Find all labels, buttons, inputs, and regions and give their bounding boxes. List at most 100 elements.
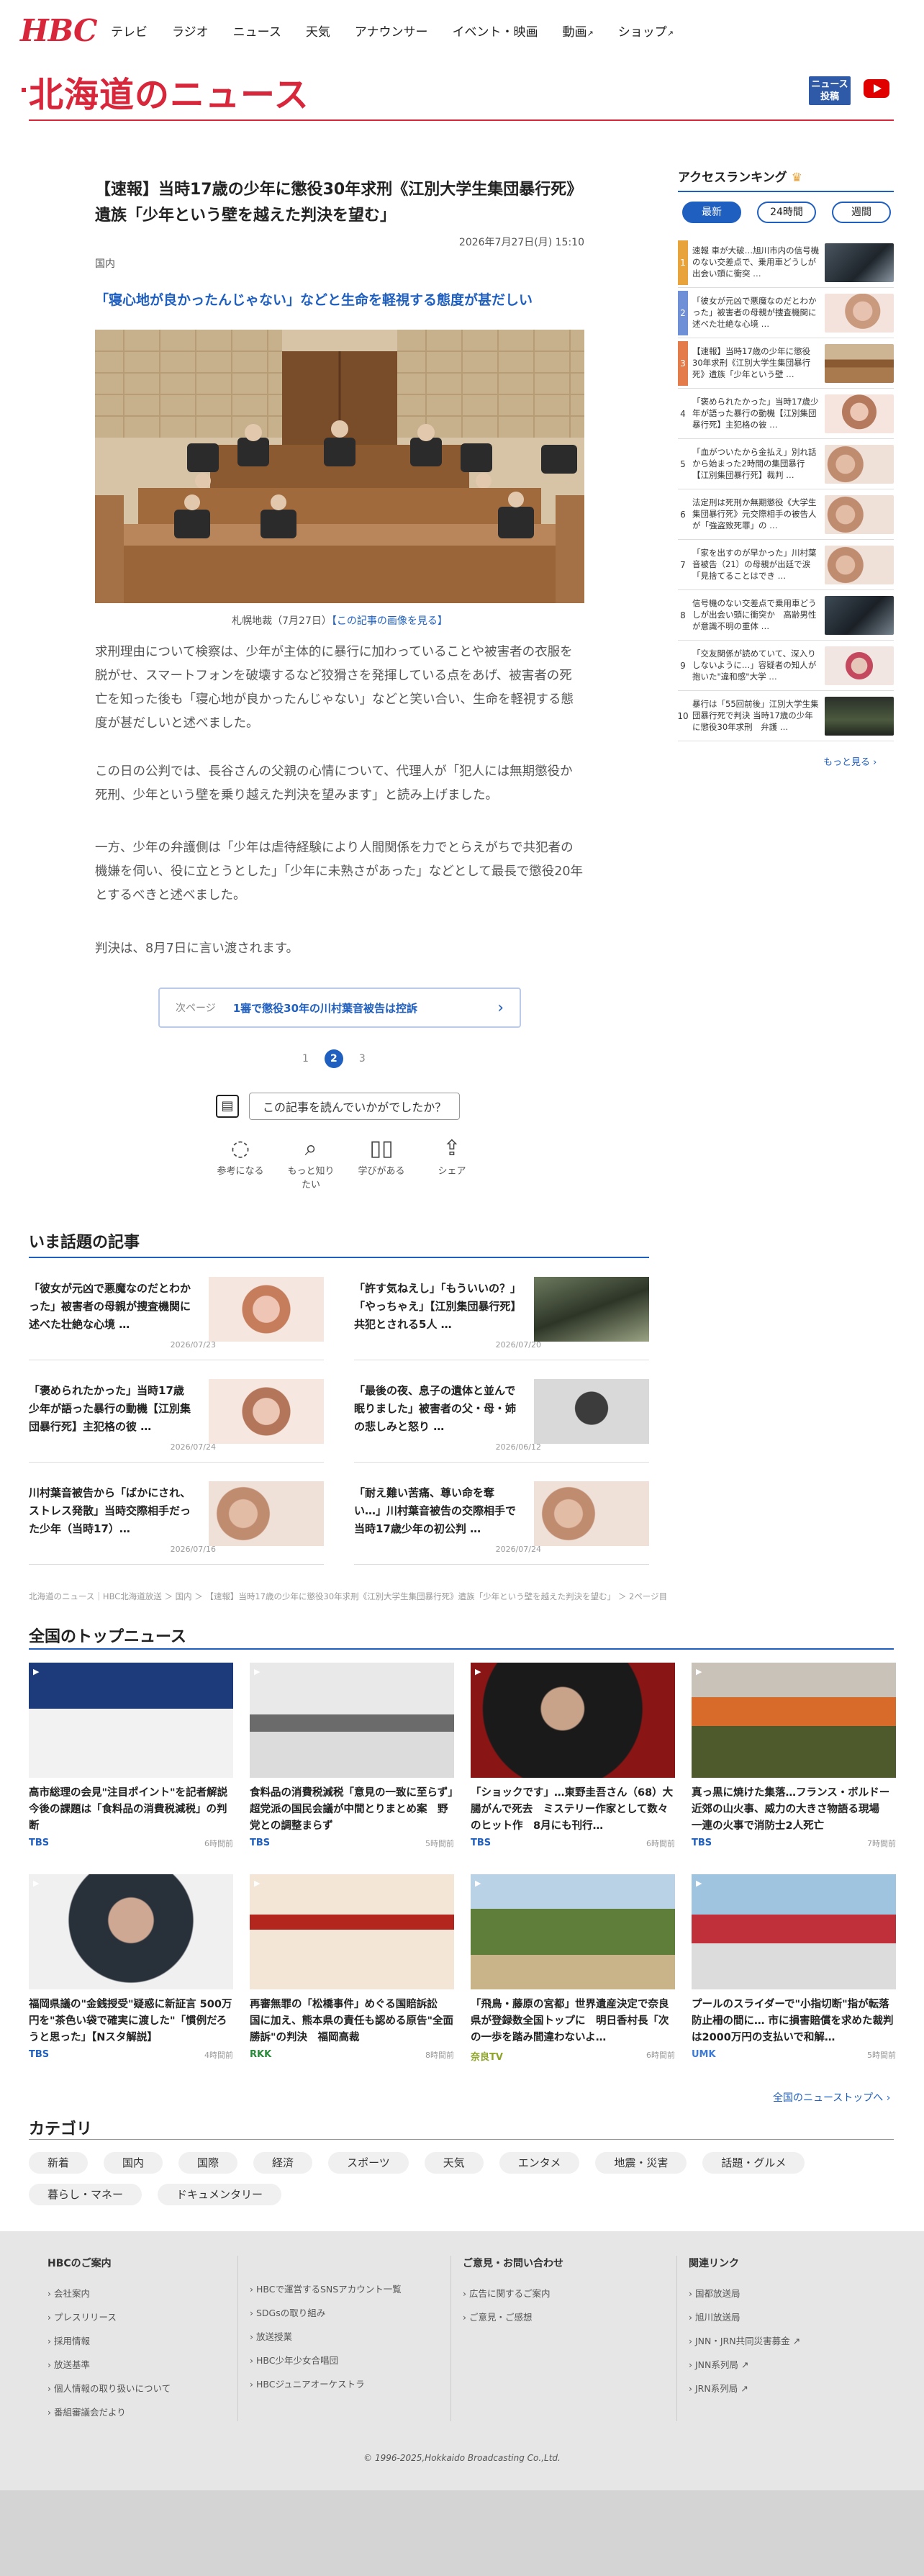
next-page-link[interactable]: 次ページ 1審で懲役30年の川村葉音被告は控訴 › <box>158 988 521 1028</box>
footer-link[interactable]: › JNN・JRN共同災害募金 ↗ <box>689 2329 864 2353</box>
footer-link[interactable]: › HBCで運営するSNSアカウント一覧 <box>250 2277 432 2301</box>
trending-card-title: 「耐え難い苦痛、尊い命を奪い…」川村葉音被告の交際相手で当時17歳少年の初公判 … <box>354 1486 517 1535</box>
page-1[interactable]: 1 <box>302 1053 309 1065</box>
footer-link[interactable]: › HBC少年少女合唱団 <box>250 2349 432 2372</box>
footer-link[interactable]: › SDGsの取り組み <box>250 2301 432 2325</box>
trending-card[interactable]: 「最後の夜、息子の遺体と並んで眠りました」被害者の父・母・姉の悲しみと怒り … 2… <box>354 1376 649 1463</box>
national-card[interactable]: ▶ 福岡県議の"金銭授受"疑惑に新証言 500万円を"茶色い袋で確実に渡した"「慣… <box>29 1874 233 2061</box>
footer-link[interactable]: › 放送基準 <box>47 2353 242 2377</box>
tab-weekly[interactable]: 週間 <box>832 202 891 223</box>
category-chip[interactable]: 新着 <box>29 2152 89 2174</box>
national-card[interactable]: ▶ 食料品の消費税減税「意見の一致に至らず」超党派の国民会議が中間とりまとめ案 野… <box>250 1663 454 1849</box>
external-link-icon: ↗ <box>740 2383 748 2394</box>
national-card[interactable]: ▶ 「飛鳥・藤原の宮都」世界遺産決定で奈良県が登録数全国トップに 明日香村長「次の… <box>471 1874 675 2063</box>
footer-link[interactable]: › 国都放送局 <box>689 2282 864 2305</box>
footer-link[interactable]: › ご意見・ご感想 <box>463 2305 645 2329</box>
ranking-item[interactable]: 3 【速報】当時17歳の少年に懲役30年求刑《江別大学生集団暴行死》遺族「少年とい… <box>678 338 894 389</box>
category-chip[interactable]: エンタメ <box>499 2152 580 2174</box>
learned-button[interactable]: ▯▯ 学びがある <box>354 1134 409 1190</box>
trending-card[interactable]: 川村葉音被告から「ばかにされ、ストレス発散」当時交際相手だった少年（当時17）…… <box>29 1478 324 1565</box>
tab-latest[interactable]: 最新 <box>682 202 741 223</box>
category-chip[interactable]: 経済 <box>253 2152 313 2174</box>
ranking-item[interactable]: 5 「血がついたから金払え」別れ話から始まった2時間の集団暴行【江別集団暴行死】裁… <box>678 439 894 489</box>
footer-link[interactable]: › 個人情報の取り扱いについて <box>47 2377 242 2400</box>
nav-announcer[interactable]: アナウンサー <box>355 22 428 40</box>
footer-link-label: HBC少年少女合唱団 <box>255 2355 338 2366</box>
youtube-icon[interactable] <box>864 79 889 98</box>
footer-link[interactable]: › 放送授業 <box>250 2325 432 2349</box>
category-chip[interactable]: 国際 <box>178 2152 238 2174</box>
national-card[interactable]: ▶ 高市総理の会見"注目ポイント"を記者解説 今後の課題は「食料品の消費税減税」の… <box>29 1663 233 1849</box>
category-chip[interactable]: 天気 <box>424 2152 484 2174</box>
ranking-item[interactable]: 7 「家を出すのが早かった」川村葉音被告（21）の母親が出廷で涙「見捨てることはで… <box>678 540 894 590</box>
category-chip[interactable]: スポーツ <box>328 2152 409 2174</box>
page-2-current[interactable]: 2 <box>324 1049 343 1068</box>
footer-link[interactable]: › プレスリリース <box>47 2305 242 2329</box>
category-chip[interactable]: 地震・災害 <box>595 2152 687 2174</box>
footer-link-label: SDGsの取り組み <box>255 2308 326 2318</box>
external-link-icon: ↗ <box>666 29 674 38</box>
trending-card[interactable]: 「許す気ねえし」「もういいの？」「やっちゃえ」【江別集団暴行死】共犯とされる5人… <box>354 1274 649 1360</box>
ranking-item[interactable]: 10 暴行は「55回前後」江別大学生集団暴行死で判決 当時17歳の少年に懲役30年… <box>677 691 894 741</box>
footer-link[interactable]: › 採用情報 <box>47 2329 242 2353</box>
magnifier-icon: ⌕ <box>304 1136 317 1161</box>
nav-news[interactable]: ニュース <box>233 22 281 40</box>
footer-bottom-band <box>0 2490 924 2576</box>
nav-video[interactable]: 動画↗ <box>563 22 594 40</box>
categories-divider <box>29 2139 894 2140</box>
footer-link[interactable]: › 番組審議会だより <box>47 2400 242 2424</box>
national-card[interactable]: ▶ 真っ黒に焼けた集落…フランス・ボルドー近郊の山火事、威力の大きさ物語る現場 一… <box>692 1663 896 1849</box>
footer-link-label: JRN系列局 <box>694 2383 738 2394</box>
ranking-item[interactable]: 2 「彼女が元凶で悪魔なのだとわかった」被害者の母親が捜査機関に述べた壮絶な心境 … <box>678 288 894 338</box>
rank-number: 3 <box>678 340 688 386</box>
nav-radio[interactable]: ラジオ <box>172 22 209 40</box>
want-more-button[interactable]: ⌕ もっと知りたい <box>284 1134 338 1190</box>
category-chip[interactable]: 国内 <box>104 2152 163 2174</box>
ranking-item[interactable]: 8 信号機のない交差点で乗用車どうしが出会い頭に衝突か 高齢男性が意識不明の重体 … <box>678 590 894 641</box>
nav-tv[interactable]: テレビ <box>111 22 148 40</box>
helpful-button[interactable]: ◌ 参考になる <box>213 1134 268 1190</box>
article-category[interactable]: 国内 <box>95 256 115 271</box>
ranking-item[interactable]: 4 「褒められたかった」当時17歳少年が語った暴行の動機【江別集団暴行死】主犯格の… <box>678 389 894 439</box>
national-card-title: 福岡県議の"金銭授受"疑惑に新証言 500万円を"茶色い袋で確実に渡した"「慣例… <box>29 1999 232 2043</box>
trending-card[interactable]: 「彼女が元凶で悪魔なのだとわかった」被害者の母親が捜査機関に述べた壮絶な心境 …… <box>29 1274 324 1360</box>
rank-text: 「交友関係が読めていて、深入りしないように…」容疑者の知人が抱いた"違和感"大学… <box>692 648 817 682</box>
trending-card[interactable]: 「褒められたかった」当時17歳少年が語った暴行の動機【江別集団暴行死】主犯格の彼… <box>29 1376 324 1463</box>
article-photo-courtroom[interactable] <box>95 330 584 603</box>
trending-card[interactable]: 「耐え難い苦痛、尊い命を奪い…」川村葉音被告の交際相手で当時17歳少年の初公判 … <box>354 1478 649 1565</box>
footer-link[interactable]: › HBCジュニアオーケストラ <box>250 2372 432 2396</box>
category-chip[interactable]: 話題・グルメ <box>702 2152 805 2174</box>
national-card[interactable]: ▶ プールのスライダーで"小指切断"指が転落防止柵の間に… 市に損害賠償を求めた裁… <box>692 1874 896 2061</box>
rank-text: 法定刑は死刑か無期懲役《大学生集団暴行死》元交際相手の被告人が「強盗致死罪」の … <box>692 497 817 530</box>
footer-link[interactable]: › 会社案内 <box>47 2282 242 2305</box>
ranking-item[interactable]: 1 速報 車が大破…旭川市内の信号機のない交差点で、乗用車どうしが出会い頭に衝突 … <box>678 238 894 288</box>
ranking-title: アクセスランキング ♛ <box>678 167 894 192</box>
view-images-link[interactable]: 【この記事の画像を見る】 <box>332 615 448 627</box>
trending-card-date: 2026/07/16 <box>170 1545 216 1554</box>
category-chip[interactable]: ドキュメンタリー <box>158 2184 282 2205</box>
share-button[interactable]: ⇪ シェア <box>425 1134 479 1190</box>
footer-link[interactable]: › 旭川放送局 <box>689 2305 864 2329</box>
national-card[interactable]: ▶ 「ショックです」…東野圭吾さん（68）大腸がんで死去 ミステリー作家として数々… <box>471 1663 675 1849</box>
footer-link[interactable]: › 広告に関するご案内 <box>463 2282 645 2305</box>
news-post-button[interactable]: ニュース 投稿 <box>809 76 851 105</box>
category-chip[interactable]: 暮らし・マネー <box>29 2184 142 2205</box>
ranking-item[interactable]: 9 「交友関係が読めていて、深入りしないように…」容疑者の知人が抱いた"違和感"大… <box>678 641 894 691</box>
footer-link[interactable]: › JRN系列局 ↗ <box>689 2377 864 2400</box>
tab-24h[interactable]: 24時間 <box>757 202 816 223</box>
national-card-image: ▶ <box>692 1663 896 1778</box>
nav-weather[interactable]: 天気 <box>306 22 330 40</box>
footer-link-label: ご意見・ご感想 <box>468 2312 533 2323</box>
nav-event[interactable]: イベント・映画 <box>453 22 538 40</box>
ranking-item[interactable]: 6 法定刑は死刑か無期懲役《大学生集団暴行死》元交際相手の被告人が「強盗致死罪」の… <box>678 489 894 540</box>
hbc-logo[interactable]: HBC <box>20 13 97 48</box>
footer-col-title: ご意見・お問い合わせ <box>463 2258 563 2269</box>
ranking-more-link[interactable]: もっと見る › <box>823 754 877 768</box>
national-card[interactable]: ▶ 再審無罪の「松橋事件」めぐる国賠訴訟 国に加え、熊本県の責任も認める原告"全面… <box>250 1874 454 2061</box>
national-all-link[interactable]: 全国のニューストップへ › <box>773 2090 890 2105</box>
nav-shop[interactable]: ショップ↗ <box>618 22 674 40</box>
rank-thumbnail <box>825 243 894 282</box>
footer-link[interactable]: › JNN系列局 ↗ <box>689 2353 864 2377</box>
page-3[interactable]: 3 <box>359 1053 366 1065</box>
breadcrumb[interactable]: 北海道のニュース｜HBC北海道放送 ＞ 国内 ＞ 【速報】当時17歳の少年に懲役… <box>29 1591 892 1602</box>
